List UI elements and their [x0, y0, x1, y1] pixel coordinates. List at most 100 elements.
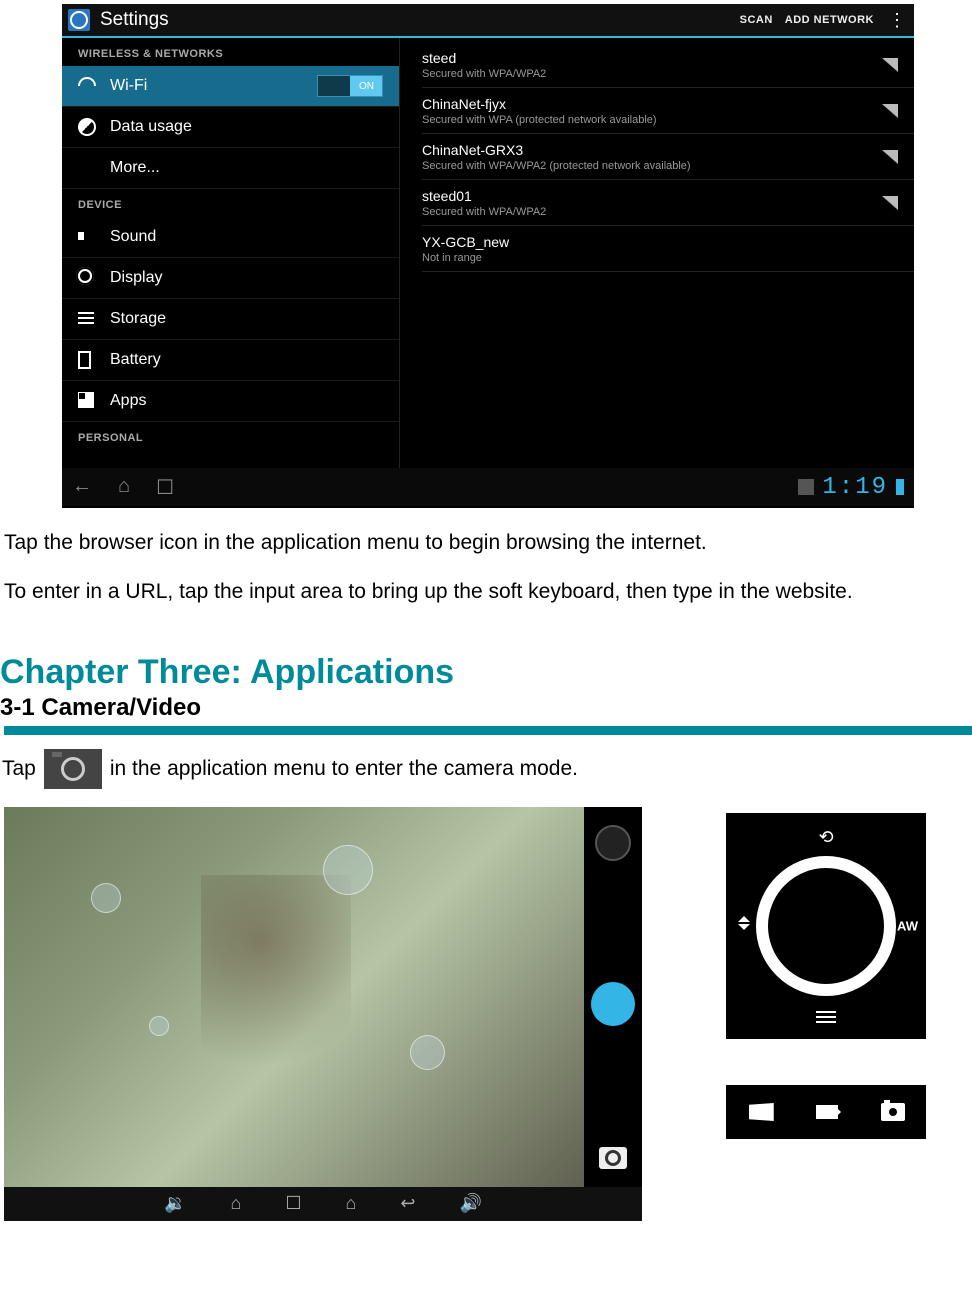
paragraph-url: To enter in a URL, tap the input area to…	[4, 577, 972, 606]
vol-down-button[interactable]: 🔉	[164, 1193, 186, 1214]
wifi-signal-icon	[882, 58, 898, 72]
network-name: ChinaNet-GRX3	[422, 142, 691, 158]
tap-post: in the application menu to enter the cam…	[110, 757, 578, 781]
menu-sound[interactable]: Sound	[62, 217, 399, 258]
apps-icon	[78, 392, 96, 410]
wifi-signal-icon	[882, 104, 898, 118]
camera-mode-icon[interactable]	[599, 1147, 627, 1169]
battery-status-icon	[896, 479, 904, 495]
white-balance-icon[interactable]: AW	[897, 918, 918, 933]
camera-app-icon	[44, 749, 102, 789]
android-navbar: ← ⌂ ☐ 1:19	[62, 468, 914, 506]
network-row[interactable]: ChinaNet-fjyxSecured with WPA (protected…	[422, 88, 914, 134]
bubble	[410, 1035, 445, 1070]
settings-sliders-icon[interactable]	[816, 1011, 836, 1025]
settings-topbar: Settings SCAN ADD NETWORK ⋮	[62, 4, 914, 38]
network-name: YX-GCB_new	[422, 234, 509, 250]
switch-camera-icon[interactable]: ⟲	[818, 827, 833, 848]
menu-wifi[interactable]: Wi-Fi ON	[62, 66, 399, 107]
network-sub: Secured with WPA/WPA2	[422, 68, 546, 80]
subchapter-heading: 3-1 Camera/Video	[0, 694, 972, 722]
camera-navbar: 🔉 ⌂ ☐ ⌂ ↩ 🔊	[4, 1187, 642, 1221]
display-icon	[78, 269, 96, 287]
photo-mode-icon[interactable]	[881, 1103, 905, 1121]
recents-button[interactable]: ☐	[156, 475, 174, 500]
bubble	[323, 845, 373, 895]
camera-viewfinder[interactable]	[4, 807, 584, 1187]
paragraph-browser: Tap the browser icon in the application …	[4, 528, 972, 557]
menu-more-label: More...	[110, 159, 160, 177]
menu-data-usage[interactable]: Data usage	[62, 107, 399, 148]
network-row[interactable]: YX-GCB_new Not in range	[422, 226, 914, 272]
menu-display[interactable]: Display	[62, 258, 399, 299]
tap-instruction: Tap in the application menu to enter the…	[2, 749, 972, 789]
menu-apps-label: Apps	[110, 392, 146, 410]
network-name: steed01	[422, 188, 546, 204]
wifi-network-list: steed Secured with WPA/WPA2 ChinaNet-fjyx…	[400, 38, 914, 468]
menu-apps[interactable]: Apps	[62, 381, 399, 422]
settings-title: Settings	[100, 9, 740, 31]
recents-button[interactable]: ☐	[285, 1193, 301, 1214]
wifi-icon	[78, 77, 96, 95]
chapter-heading: Chapter Three: Applications	[0, 653, 972, 692]
back-button[interactable]: ↩	[400, 1193, 415, 1214]
menu-data-label: Data usage	[110, 118, 192, 136]
clock: 1:19	[822, 474, 888, 501]
network-sub: Secured with WPA/WPA2	[422, 206, 546, 218]
tap-pre: Tap	[2, 757, 36, 781]
video-mode-icon[interactable]	[816, 1105, 838, 1119]
network-name: ChinaNet-fjyx	[422, 96, 657, 112]
exposure-icon[interactable]	[734, 916, 754, 936]
gallery-thumbnail[interactable]	[595, 825, 631, 861]
category-wireless: WIRELESS & NETWORKS	[62, 38, 399, 66]
camera-settings-dial: ⟲ AW	[726, 813, 926, 1039]
wifi-toggle[interactable]: ON	[317, 75, 383, 97]
menu-wifi-label: Wi-Fi	[110, 77, 147, 95]
panorama-mode-icon[interactable]	[749, 1103, 774, 1121]
camera-side-column: ⟲ AW	[726, 807, 936, 1139]
network-sub: Secured with WPA/WPA2 (protected network…	[422, 160, 691, 172]
camera-screenshot: 🔉 ⌂ ☐ ⌂ ↩ 🔊	[4, 807, 642, 1221]
bubble	[149, 1016, 169, 1036]
divider-rule	[4, 726, 972, 735]
data-usage-icon	[78, 118, 96, 136]
add-network-button[interactable]: ADD NETWORK	[785, 14, 874, 26]
home-button[interactable]: ⌂	[118, 475, 130, 500]
network-row[interactable]: steed01 Secured with WPA/WPA2	[422, 180, 914, 226]
vol-up-button[interactable]: 🔊	[459, 1193, 481, 1214]
sound-icon	[78, 228, 96, 246]
topbar-actions: SCAN ADD NETWORK	[740, 14, 880, 26]
battery-icon	[78, 351, 96, 369]
camera-right-strip	[584, 807, 642, 1187]
network-row[interactable]: steed Secured with WPA/WPA2	[422, 42, 914, 88]
menu-more[interactable]: More...	[62, 148, 399, 189]
settings-gear-icon	[68, 9, 90, 31]
menu-storage[interactable]: Storage	[62, 299, 399, 340]
menu-display-label: Display	[110, 269, 162, 287]
category-device: DEVICE	[62, 189, 399, 217]
network-sub: Not in range	[422, 252, 509, 264]
menu-battery-label: Battery	[110, 351, 161, 369]
home-button[interactable]: ⌂	[231, 1193, 242, 1214]
wifi-signal-icon	[882, 150, 898, 164]
settings-left-panel: WIRELESS & NETWORKS Wi-Fi ON Data usage …	[62, 38, 400, 468]
back-button[interactable]: ←	[72, 475, 92, 500]
menu-sound-label: Sound	[110, 228, 156, 246]
photo-subject	[201, 875, 351, 1095]
category-personal: PERSONAL	[62, 422, 399, 450]
menu-battery[interactable]: Battery	[62, 340, 399, 381]
download-indicator-icon	[798, 479, 814, 495]
menu-storage-label: Storage	[110, 310, 166, 328]
scan-button[interactable]: SCAN	[740, 14, 773, 26]
dial-ring[interactable]	[756, 856, 896, 996]
shutter-button[interactable]	[591, 982, 635, 1026]
network-row[interactable]: ChinaNet-GRX3 Secured with WPA/WPA2 (prot…	[422, 134, 914, 180]
storage-icon	[78, 310, 96, 328]
network-name: steed	[422, 50, 546, 66]
settings-screenshot: Settings SCAN ADD NETWORK ⋮ WIRELESS & N…	[62, 4, 914, 508]
overflow-menu-icon[interactable]: ⋮	[880, 14, 914, 26]
home-alt-button[interactable]: ⌂	[346, 1193, 357, 1214]
bubble	[91, 883, 121, 913]
camera-mode-strip	[726, 1085, 926, 1139]
wifi-signal-icon	[882, 196, 898, 210]
